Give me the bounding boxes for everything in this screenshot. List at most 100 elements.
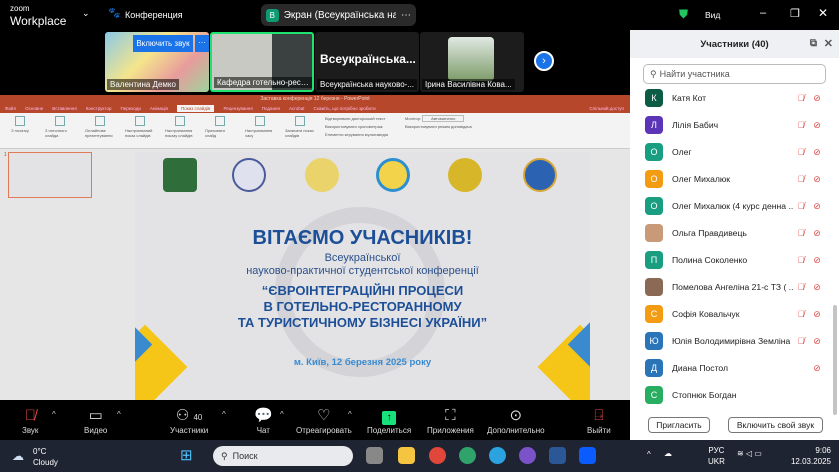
tile-more-button[interactable]: ··· (195, 35, 209, 52)
zoom-app-icon[interactable] (579, 447, 596, 464)
chevron-up-icon[interactable]: ^ (280, 410, 284, 419)
participant-row[interactable]: О Олег Михалюк (4 курс денна ... 🎙̸ ⊘ (645, 196, 825, 216)
chrome-icon[interactable] (429, 447, 446, 464)
ribbon-button[interactable]: Записати показ слайдів (285, 116, 315, 145)
invite-button[interactable]: Пригласить (648, 417, 710, 433)
video-off-icon[interactable]: ⊘ (809, 201, 825, 212)
taskbar-search[interactable]: ⚲ Поиск (213, 446, 353, 466)
tab[interactable]: Анімація (150, 106, 168, 111)
monitor-select[interactable]: Автоматично (422, 115, 465, 122)
chevron-up-icon[interactable]: ^ (348, 410, 352, 419)
video-tile[interactable]: Ірина Василівна Кова... (420, 32, 524, 92)
mic-muted-icon[interactable]: 🎙̸ (793, 255, 809, 265)
tab[interactable]: Рецензування (223, 106, 252, 111)
weather-widget[interactable]: 0°C Cloudy (33, 446, 58, 468)
meeting-label[interactable]: Конференция (125, 10, 183, 20)
participant-row[interactable]: К Катя Кот 🎙̸ ⊘ (645, 88, 825, 108)
file-explorer-icon[interactable] (398, 447, 415, 464)
video-off-icon[interactable]: ⊘ (809, 120, 825, 131)
video-off-icon[interactable]: ⊘ (809, 255, 825, 266)
more-icon[interactable]: ⋯ (401, 10, 411, 21)
video-off-icon[interactable]: ⊘ (809, 282, 825, 293)
participant-row[interactable]: О Олег Михалюк 🎙̸ ⊘ (645, 169, 825, 189)
next-page-button[interactable]: › (534, 51, 554, 71)
video-off-icon[interactable]: ⊘ (809, 363, 825, 374)
participant-row[interactable]: П Полина Соколенко 🎙̸ ⊘ (645, 250, 825, 270)
video-off-icon[interactable]: ⊘ (809, 93, 825, 104)
tab[interactable]: Acrobat (289, 106, 305, 111)
audio-button[interactable]: 🎙̸ Звук (22, 406, 38, 435)
apps-button[interactable]: ⛶ Приложения (427, 406, 474, 435)
chevron-up-icon[interactable]: ^ (222, 410, 226, 419)
video-off-icon[interactable]: ⊘ (809, 228, 825, 239)
checkbox[interactable]: Елементи керування мультимедіа (325, 132, 395, 137)
checkbox[interactable]: Відтворювати дикторський текст (325, 116, 395, 121)
tab[interactable]: Файл (5, 106, 16, 111)
video-off-icon[interactable]: ⊘ (809, 336, 825, 347)
ribbon-button[interactable]: Настроюваний показ слайдів (125, 116, 155, 145)
participant-row[interactable]: С Стопнюк Богдан (645, 385, 825, 405)
ribbon-button[interactable]: З поточного слайда (45, 116, 75, 145)
share-button[interactable]: Спільний доступ (589, 106, 624, 111)
edge-icon[interactable] (459, 447, 476, 464)
checkbox[interactable]: Використовувати хронометраж (325, 124, 395, 129)
tab[interactable]: Переходи (120, 106, 140, 111)
chevron-up-icon[interactable]: ^ (647, 450, 651, 459)
mic-muted-icon[interactable]: 🎙̸ (793, 174, 809, 184)
ribbon-button[interactable]: З початку (5, 116, 35, 145)
ribbon-button[interactable]: Онлайнове презентування (85, 116, 115, 145)
participant-row[interactable]: О Олег 🎙̸ ⊘ (645, 142, 825, 162)
restore-icon[interactable]: ❐ (790, 7, 800, 20)
chat-button[interactable]: 💬 Чат (254, 406, 273, 435)
scrollbar[interactable] (833, 305, 837, 415)
video-tile[interactable]: Включить звук ··· Валентина Демко (105, 32, 209, 92)
chevron-up-icon[interactable]: ^ (117, 410, 121, 419)
video-button[interactable]: ▭ Видео (84, 406, 107, 435)
mic-muted-icon[interactable]: 🎙̸ (793, 282, 809, 292)
unmute-button[interactable]: Включить звук (133, 35, 193, 52)
close-icon[interactable]: ✕ (818, 6, 828, 20)
video-tile[interactable]: Всеукраїнська... Всеукраїнська науково-..… (315, 32, 419, 92)
mic-muted-icon[interactable]: 🎙̸ (793, 201, 809, 211)
viber-icon[interactable] (519, 447, 536, 464)
participant-row[interactable]: Д Диана Постол ⊘ (645, 358, 825, 378)
tab-active[interactable]: Показ слайдів (176, 105, 215, 112)
video-off-icon[interactable]: ⊘ (809, 147, 825, 158)
more-button[interactable]: ⊙ Дополнительно (487, 406, 545, 435)
participant-row[interactable]: Ю Юлія Володимирівна Земліна 🎙̸ ⊘ (645, 331, 825, 351)
tab[interactable]: Вставлення (52, 106, 77, 111)
word-icon[interactable] (549, 447, 566, 464)
language-indicator[interactable]: РУС UKR (708, 445, 725, 467)
mic-muted-icon[interactable]: 🎙̸ (793, 336, 809, 346)
mic-muted-icon[interactable]: 🎙̸ (793, 309, 809, 319)
participant-row[interactable]: Ольга Правдивець 🎙̸ ⊘ (645, 223, 825, 243)
participant-row[interactable]: Помелова Ангеліна 21-с ТЗ ( ... 🎙̸ ⊘ (645, 277, 825, 297)
mic-muted-icon[interactable]: 🎙̸ (793, 147, 809, 157)
ribbon-button[interactable]: Приховати слайд (205, 116, 235, 145)
task-view-icon[interactable] (366, 447, 383, 464)
chevron-up-icon[interactable]: ^ (52, 410, 56, 419)
react-button[interactable]: ♡ Отреагировать (296, 406, 352, 435)
mic-muted-icon[interactable]: 🎙̸ (793, 228, 809, 238)
tab[interactable]: Конструктор (86, 106, 112, 111)
video-tile-active-speaker[interactable]: Кафедра готельно-ресто... (210, 32, 314, 92)
view-button[interactable]: Вид (705, 10, 720, 20)
ribbon-button[interactable]: Настроювання показу слайдів (165, 116, 195, 145)
search-input[interactable]: ⚲ Найти участника (643, 64, 826, 84)
tab[interactable]: Подання (262, 106, 280, 111)
tell-me[interactable]: Скажіть, що потрібно зробити (314, 106, 376, 111)
windows-start-icon[interactable]: ⊞ (180, 446, 193, 464)
slide-thumbnail[interactable] (8, 152, 92, 198)
ribbon-button[interactable]: Настроювання часу (245, 116, 275, 145)
mic-muted-icon[interactable]: 🎙̸ (793, 93, 809, 103)
participant-row[interactable]: Л Лілія Бабич 🎙̸ ⊘ (645, 115, 825, 135)
onedrive-icon[interactable]: ☁ (664, 449, 672, 458)
video-off-icon[interactable]: ⊘ (809, 174, 825, 185)
leave-button[interactable]: ⍈ Выйти (587, 406, 611, 435)
chevron-down-icon[interactable]: ⌄ (82, 8, 90, 19)
wifi-volume-battery-icon[interactable]: ≋ ◁ ▭ (737, 449, 762, 458)
share-button[interactable]: ↑ Поделиться (367, 406, 411, 435)
clock[interactable]: 9:06 12.03.2025 (791, 445, 831, 467)
popout-icon[interactable]: ⧉ (810, 38, 817, 49)
close-icon[interactable]: ✕ (824, 37, 833, 50)
